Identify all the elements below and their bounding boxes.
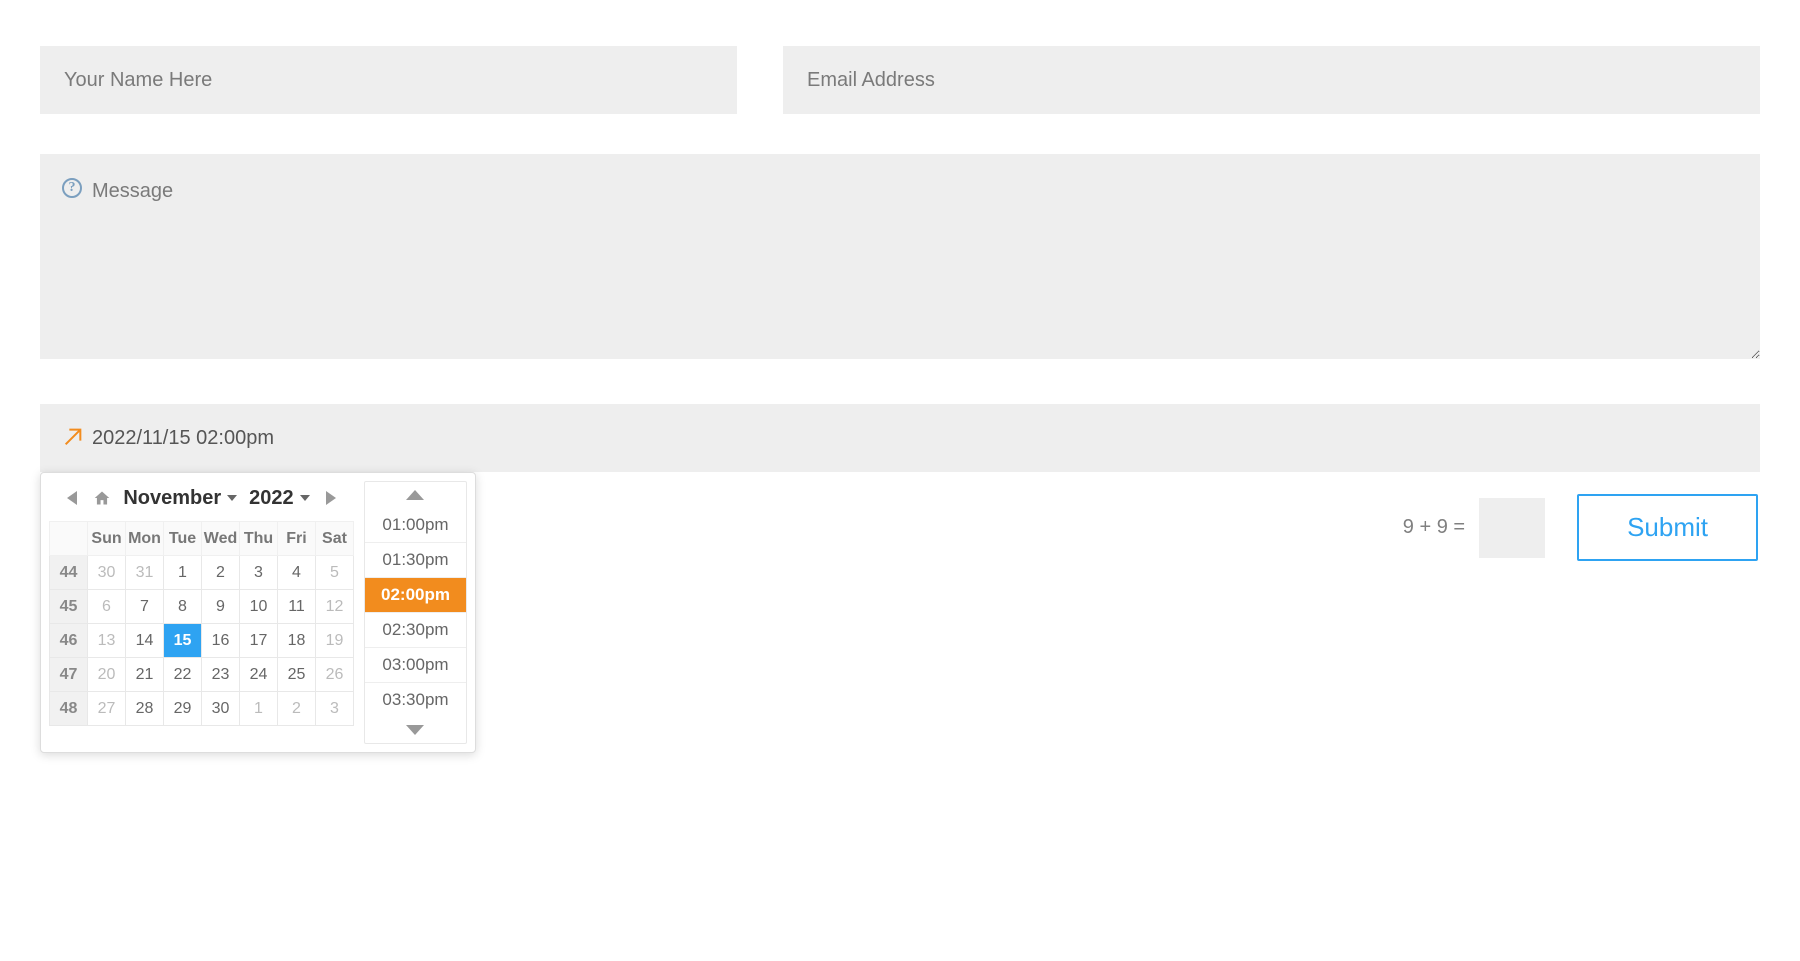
calendar-day[interactable]: 24 [240, 658, 278, 692]
next-month-button[interactable] [318, 485, 344, 511]
calendar-day[interactable]: 10 [240, 590, 278, 624]
calendar-week-row: 456789101112 [50, 590, 354, 624]
time-option[interactable]: 01:30pm [365, 542, 466, 577]
month-label: November [123, 487, 221, 510]
time-option[interactable]: 01:00pm [365, 508, 466, 542]
calendar-day[interactable]: 22 [164, 658, 202, 692]
calendar-day[interactable]: 2 [278, 692, 316, 726]
chevron-down-icon [406, 725, 424, 735]
month-selector[interactable]: November [119, 487, 241, 510]
captcha-input[interactable] [1479, 498, 1545, 558]
submit-button[interactable]: Submit [1577, 494, 1758, 561]
caret-down-icon [300, 495, 310, 501]
week-number: 46 [50, 624, 88, 658]
calendar-day[interactable]: 26 [316, 658, 354, 692]
dow-header: Thu [240, 522, 278, 556]
calendar-day[interactable]: 21 [126, 658, 164, 692]
time-column: 01:00pm01:30pm02:00pm02:30pm03:00pm03:30… [364, 481, 467, 744]
calendar-day[interactable]: 5 [316, 556, 354, 590]
name-input[interactable] [40, 46, 737, 114]
calendar-day[interactable]: 11 [278, 590, 316, 624]
help-icon[interactable]: ? [62, 178, 82, 198]
week-number: 45 [50, 590, 88, 624]
message-group: ? [40, 154, 1760, 364]
calendar-day[interactable]: 1 [164, 556, 202, 590]
calendar-day[interactable]: 3 [316, 692, 354, 726]
calendar-day[interactable]: 12 [316, 590, 354, 624]
calendar-day[interactable]: 4 [278, 556, 316, 590]
captcha-label: 9 + 9 = [1403, 516, 1465, 539]
calendar-day[interactable]: 6 [88, 590, 126, 624]
calendar: November 2022 SunMonTueWedThuFriSat 4430… [49, 481, 354, 744]
message-input[interactable] [40, 154, 1760, 359]
calendar-day[interactable]: 9 [202, 590, 240, 624]
calendar-day[interactable]: 14 [126, 624, 164, 658]
calendar-week-row: 4613141516171819 [50, 624, 354, 658]
calendar-day[interactable]: 19 [316, 624, 354, 658]
calendar-day[interactable]: 25 [278, 658, 316, 692]
time-option[interactable]: 03:00pm [365, 647, 466, 682]
calendar-grid: SunMonTueWedThuFriSat 443031123454567891… [49, 521, 354, 726]
calendar-day[interactable]: 17 [240, 624, 278, 658]
dow-header: Tue [164, 522, 202, 556]
dow-header: Wed [202, 522, 240, 556]
name-email-row [40, 46, 1760, 114]
time-option[interactable]: 03:30pm [365, 682, 466, 717]
datetime-group [40, 404, 1760, 472]
calendar-day[interactable]: 23 [202, 658, 240, 692]
calendar-day[interactable]: 30 [88, 556, 126, 590]
dow-header: Fri [278, 522, 316, 556]
calendar-day[interactable]: 27 [88, 692, 126, 726]
chevron-up-icon [406, 490, 424, 500]
time-list: 01:00pm01:30pm02:00pm02:30pm03:00pm03:30… [365, 508, 466, 717]
calendar-day[interactable]: 29 [164, 692, 202, 726]
time-scroll-up-button[interactable] [365, 482, 466, 508]
calendar-day[interactable]: 18 [278, 624, 316, 658]
week-number: 47 [50, 658, 88, 692]
year-label: 2022 [249, 487, 294, 510]
year-selector[interactable]: 2022 [245, 487, 314, 510]
calendar-day[interactable]: 20 [88, 658, 126, 692]
calendar-day[interactable]: 13 [88, 624, 126, 658]
datetime-picker: November 2022 SunMonTueWedThuFriSat 4430… [40, 472, 476, 753]
calendar-header: November 2022 [49, 481, 354, 521]
calendar-day[interactable]: 16 [202, 624, 240, 658]
calendar-day[interactable]: 31 [126, 556, 164, 590]
calendar-day[interactable]: 8 [164, 590, 202, 624]
dow-header: Sat [316, 522, 354, 556]
datetime-input[interactable] [40, 404, 1760, 472]
calendar-day[interactable]: 7 [126, 590, 164, 624]
calendar-day[interactable]: 28 [126, 692, 164, 726]
calendar-week-row: 4827282930123 [50, 692, 354, 726]
datetime-icon [62, 426, 84, 453]
caret-down-icon [227, 495, 237, 501]
calendar-day[interactable]: 30 [202, 692, 240, 726]
week-number: 44 [50, 556, 88, 590]
calendar-day[interactable]: 3 [240, 556, 278, 590]
calendar-week-row: 4720212223242526 [50, 658, 354, 692]
time-option[interactable]: 02:00pm [365, 577, 466, 612]
prev-month-button[interactable] [59, 485, 85, 511]
calendar-day[interactable]: 1 [240, 692, 278, 726]
calendar-day[interactable]: 15 [164, 624, 202, 658]
time-option[interactable]: 02:30pm [365, 612, 466, 647]
dow-header: Sun [88, 522, 126, 556]
calendar-week-row: 44303112345 [50, 556, 354, 590]
email-input[interactable] [783, 46, 1760, 114]
dow-header: Mon [126, 522, 164, 556]
week-number: 48 [50, 692, 88, 726]
calendar-day[interactable]: 2 [202, 556, 240, 590]
today-button[interactable] [89, 485, 115, 511]
week-header [50, 522, 88, 556]
time-scroll-down-button[interactable] [365, 717, 466, 743]
